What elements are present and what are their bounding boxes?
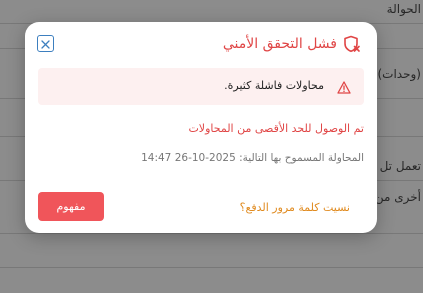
dialog-title: فشل التحقق الأمني [222,36,337,52]
close-button[interactable] [37,35,54,52]
ok-button[interactable]: مفهوم [38,192,104,221]
dialog-title-wrap: فشل التحقق الأمني [223,35,361,53]
dialog-header: فشل التحقق الأمني [37,34,365,56]
error-alert: محاولات فاشلة كثيرة. [38,68,364,105]
max-attempts-message: تم الوصول للحد الأقصى من المحاولات [188,122,364,135]
security-failure-dialog: فشل التحقق الأمني محاولات فاشلة كثيرة. ت… [25,22,377,233]
shield-x-icon [343,35,361,53]
next-allowed-attempt: المحاولة المسموح بها التالية: 2025-10-26… [141,152,364,164]
alert-message: محاولات فاشلة كثيرة. [224,79,324,92]
forgot-payment-password-link[interactable]: نسيت كلمة مرور الدفع؟ [240,201,350,214]
close-icon [41,34,50,53]
warning-triangle-icon [337,79,351,98]
